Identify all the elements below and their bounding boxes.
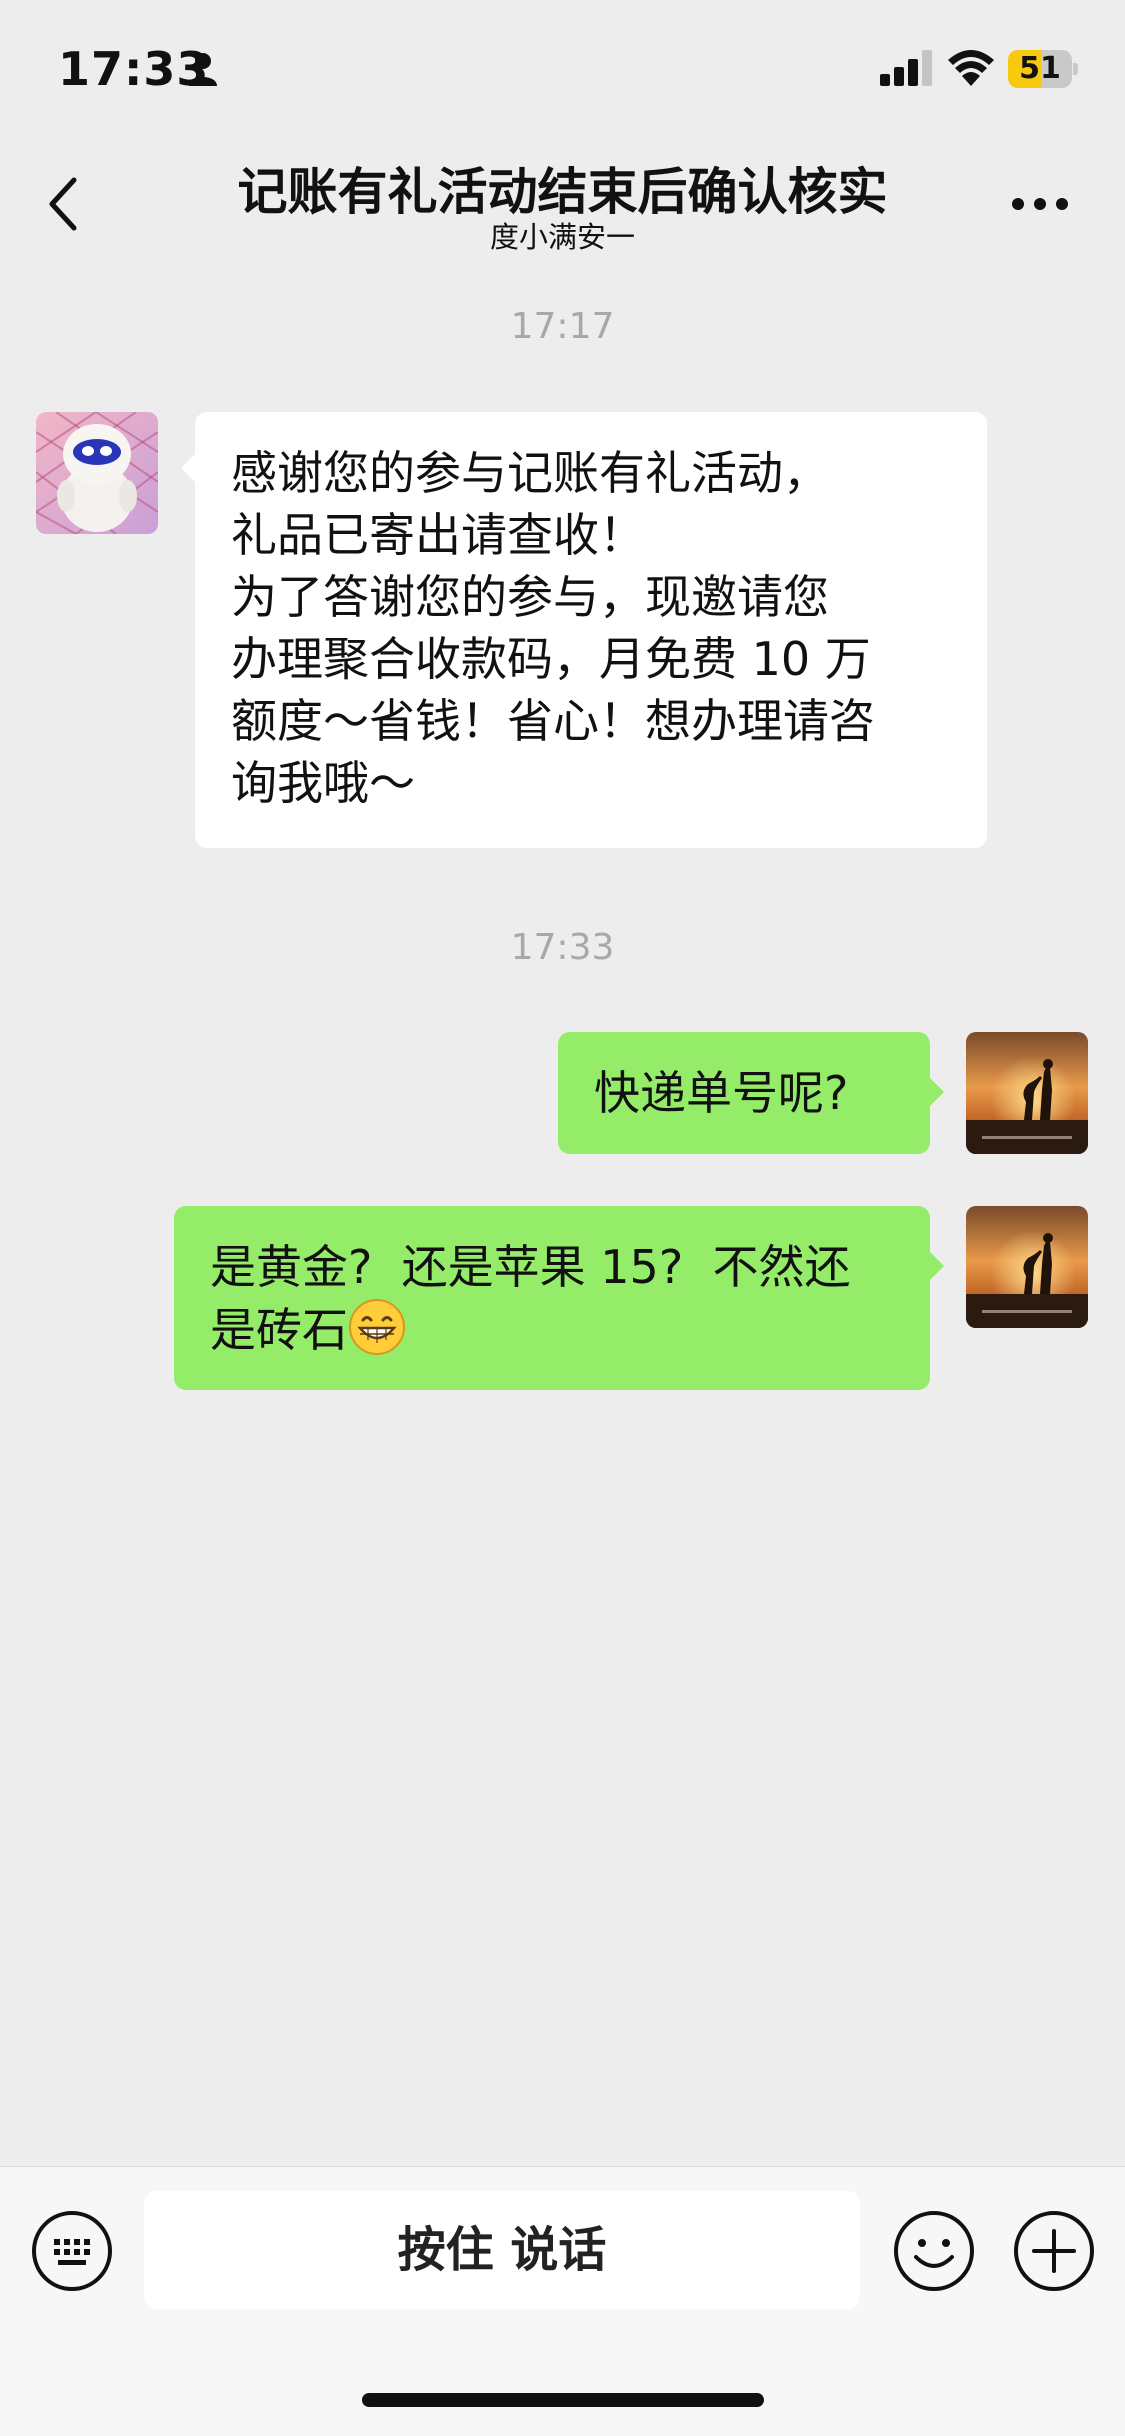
sunset-silhouette-avatar[interactable] [966, 1032, 1088, 1154]
wifi-icon [948, 50, 994, 86]
home-indicator [362, 2393, 764, 2407]
hold-to-talk-button[interactable]: 按住 说话 [144, 2191, 860, 2309]
person-icon [189, 53, 217, 86]
timestamp: 17:33 [510, 927, 615, 968]
chat-input-bar: 按住 说话 [0, 2166, 1125, 2436]
chat-header: 记账有礼活动结束后确认核实 度小满安一 [0, 140, 1125, 260]
emoji-icon[interactable] [892, 2209, 976, 2293]
sunset-silhouette-avatar[interactable] [966, 1206, 1088, 1328]
chevron-left-icon[interactable] [44, 174, 84, 234]
timestamp: 17:17 [510, 306, 615, 347]
incoming-message-bubble[interactable]: 感谢您的参与记账有礼活动， 礼品已寄出请查收！ 为了答谢您的参与，现邀请您 办理… [181, 412, 987, 848]
battery-tip [1073, 63, 1078, 75]
message-text: 是黄金? 还是苹果 15? 不然还 是砖石 [210, 1240, 851, 1357]
plus-icon[interactable] [1012, 2209, 1096, 2293]
message-text: 快递单号呢? [594, 1066, 849, 1120]
status-bar: 17:33 51 [0, 0, 1125, 140]
battery-icon: 51 [1008, 50, 1078, 88]
keyboard-icon[interactable] [30, 2209, 114, 2293]
status-time: 17:33 [58, 42, 210, 96]
battery-level: 51 [1019, 51, 1061, 86]
more-dots-icon[interactable] [1010, 194, 1070, 214]
chat-screen: 17:33 51 记账有礼活动结束后确认核实 度小满安一 17:17 感谢您的参… [0, 0, 1125, 2436]
white-mascot-avatar[interactable] [36, 412, 158, 534]
outgoing-message-bubble[interactable]: 快递单号呢? [558, 1032, 944, 1154]
outgoing-message-bubble[interactable]: 是黄金? 还是苹果 15? 不然还 是砖石 [174, 1206, 944, 1390]
cellular-signal-icon [880, 50, 932, 86]
chat-subtitle: 度小满安一 [489, 220, 635, 254]
message-text: 感谢您的参与记账有礼活动， 礼品已寄出请查收！ 为了答谢您的参与，现邀请您 办理… [231, 446, 875, 810]
grinning-emoji [349, 1299, 405, 1355]
